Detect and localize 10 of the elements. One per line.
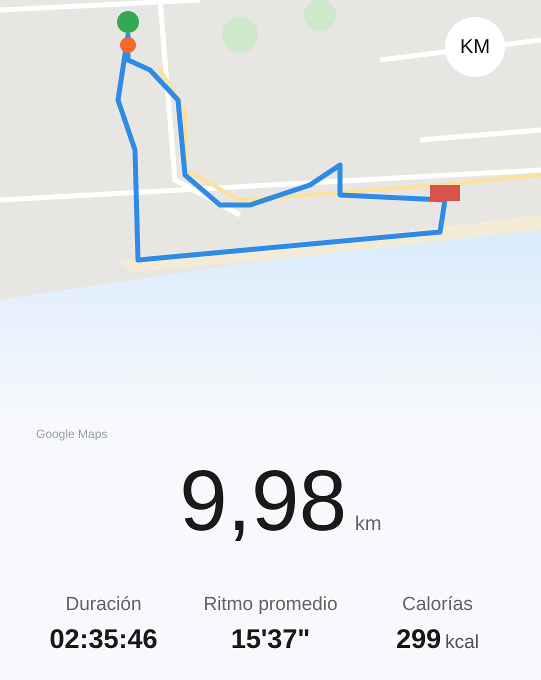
- stat-label: Calorías: [402, 594, 473, 616]
- distance-unit: km: [354, 513, 382, 536]
- map-attribution: Google Maps: [36, 427, 108, 441]
- stat-value: 299: [396, 624, 442, 655]
- stat-label: Duración: [65, 594, 142, 616]
- stat-value: 02:35:46: [49, 624, 158, 655]
- stat-label: Ritmo promedio: [203, 594, 338, 616]
- stat-unit: kcal: [445, 632, 479, 654]
- stat-value: 15'37": [230, 624, 310, 655]
- distance-value: 9,98: [179, 458, 347, 544]
